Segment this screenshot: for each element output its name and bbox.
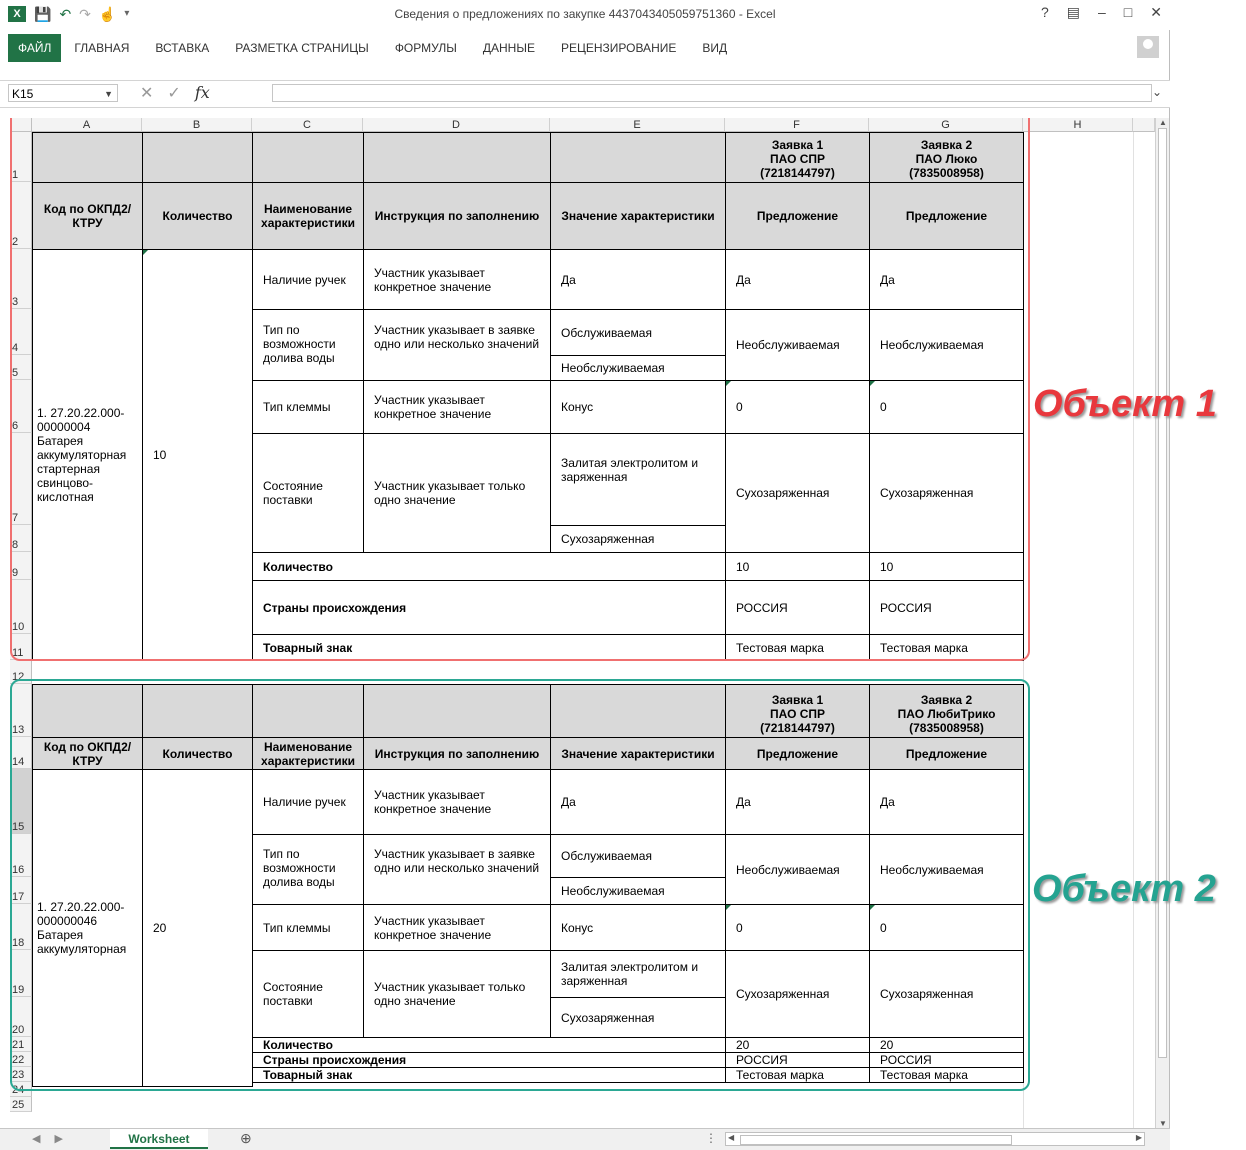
sheet-nav-arrows-icon[interactable]: ◀▶ (32, 1132, 77, 1145)
object1-highlight-frame (10, 118, 1030, 661)
object1-label: Объект 1 (1033, 383, 1217, 425)
tab-view[interactable]: ВИД (689, 34, 740, 62)
ribbon-tabs: ФАЙЛ ГЛАВНАЯ ВСТАВКА РАЗМЕТКА СТРАНИЦЫ Ф… (0, 34, 1170, 62)
insert-function-icon[interactable]: fx (195, 83, 210, 103)
scroll-left-icon[interactable]: ◀ (728, 1133, 734, 1142)
scroll-right-icon[interactable]: ▶ (1136, 1133, 1142, 1142)
col-header-h[interactable]: H (1023, 118, 1133, 132)
maximize-button[interactable]: □ (1124, 4, 1132, 21)
tab-data[interactable]: ДАННЫЕ (470, 34, 548, 62)
tab-insert[interactable]: ВСТАВКА (142, 34, 222, 62)
tab-review[interactable]: РЕЦЕНЗИРОВАНИЕ (548, 34, 689, 62)
tab-formulas[interactable]: ФОРМУЛЫ (382, 34, 470, 62)
name-box[interactable]: K15 ▼ (8, 84, 118, 102)
sheet-tab-worksheet[interactable]: Worksheet (110, 1129, 208, 1149)
name-box-value: K15 (12, 87, 34, 101)
help-button[interactable]: ? (1041, 4, 1049, 21)
worksheet-grid[interactable]: A B C D E F G H 1 2 3 4 5 6 7 8 9 10 11 … (10, 118, 1155, 1128)
ribbon-display-icon[interactable]: ▤ (1067, 4, 1080, 21)
horizontal-scrollbar[interactable]: ◀ ▶ (725, 1132, 1145, 1146)
vertical-scrollbar[interactable]: ▲ ▼ (1155, 118, 1169, 1128)
title-bar: X 💾 ↶ ↷ ☝ ▾ Сведения о предложениях по з… (0, 0, 1170, 30)
minimize-button[interactable]: – (1098, 4, 1106, 21)
tab-file[interactable]: ФАЙЛ (8, 34, 62, 62)
col-header-i[interactable] (1133, 118, 1155, 132)
window-title: Сведения о предложениях по закупке 44370… (394, 7, 776, 21)
scroll-down-icon[interactable]: ▼ (1159, 1119, 1167, 1128)
sheet-tab-bar: ◀▶ Worksheet ⊕ ⋮ ◀ ▶ (0, 1128, 1170, 1150)
add-sheet-icon[interactable]: ⊕ (240, 1130, 252, 1147)
user-avatar[interactable] (1137, 36, 1159, 58)
row-header[interactable]: 25 (10, 1097, 32, 1112)
formula-buttons: ✕ ✓ fx (140, 83, 210, 103)
split-handle-icon[interactable]: ⋮ (705, 1131, 717, 1145)
excel-window: X 💾 ↶ ↷ ☝ ▾ Сведения о предложениях по з… (0, 0, 1170, 1150)
scroll-up-icon[interactable]: ▲ (1159, 118, 1167, 127)
scroll-thumb[interactable] (1158, 128, 1167, 1058)
window-controls: ? ▤ – □ ✕ (1041, 4, 1162, 21)
expand-formula-bar-icon[interactable]: ⌄ (1152, 85, 1162, 99)
chevron-down-icon[interactable]: ▼ (104, 85, 113, 103)
formula-input[interactable] (272, 84, 1152, 102)
object2-highlight-frame (10, 679, 1030, 1091)
object2-label: Объект 2 (1032, 868, 1216, 910)
hscroll-thumb[interactable] (740, 1135, 1012, 1145)
formula-bar: K15 ▼ ✕ ✓ fx ⌄ (0, 80, 1170, 108)
close-button[interactable]: ✕ (1150, 4, 1162, 21)
tab-page-layout[interactable]: РАЗМЕТКА СТРАНИЦЫ (222, 34, 382, 62)
enter-icon[interactable]: ✓ (167, 83, 180, 103)
cancel-icon[interactable]: ✕ (140, 83, 153, 103)
gridline (1133, 132, 1134, 1128)
tab-home[interactable]: ГЛАВНАЯ (61, 34, 142, 62)
